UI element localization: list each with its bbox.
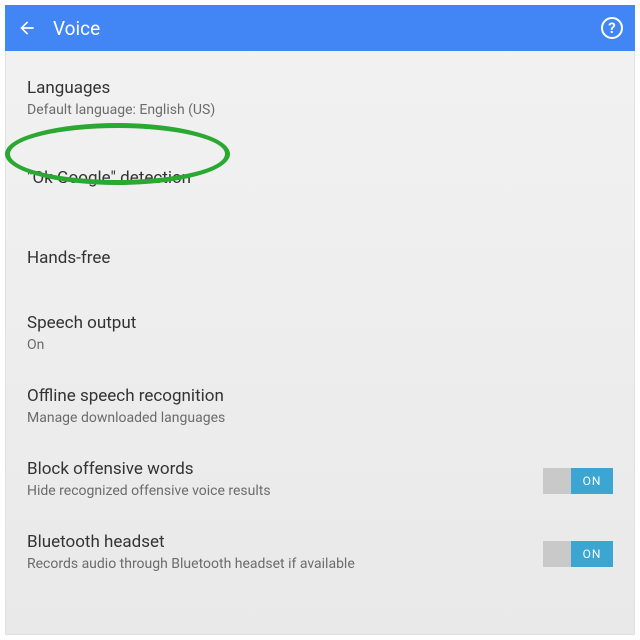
toggle-off-track (543, 468, 571, 494)
hands-free-item[interactable]: Hands-free (5, 222, 635, 298)
offline-speech-recognition-item[interactable]: Offline speech recognition Manage downlo… (5, 371, 635, 444)
block-offensive-words-toggle[interactable]: ON (543, 468, 613, 494)
item-subtitle: On (27, 336, 613, 355)
bluetooth-headset-item[interactable]: Bluetooth headset Records audio through … (5, 517, 635, 590)
item-title: "Ok Google" detection (27, 167, 613, 189)
languages-item[interactable]: Languages Default language: English (US) (5, 61, 635, 134)
item-subtitle: Hide recognized offensive voice results (27, 482, 525, 501)
item-subtitle: Manage downloaded languages (27, 409, 613, 428)
item-subtitle: Default language: English (US) (27, 101, 613, 120)
speech-output-item[interactable]: Speech output On (5, 298, 635, 371)
page-title: Voice (53, 17, 100, 40)
item-title: Bluetooth headset (27, 531, 525, 553)
item-title: Offline speech recognition (27, 385, 613, 407)
bluetooth-headset-toggle[interactable]: ON (543, 541, 613, 567)
settings-list: Languages Default language: English (US)… (5, 51, 635, 590)
ok-google-detection-item[interactable]: "Ok Google" detection (5, 134, 635, 222)
item-title: Block offensive words (27, 458, 525, 480)
item-title: Hands-free (27, 247, 613, 269)
item-title: Speech output (27, 312, 613, 334)
toggle-off-track (543, 541, 571, 567)
item-subtitle: Records audio through Bluetooth headset … (27, 555, 525, 574)
help-icon[interactable]: ? (601, 17, 623, 39)
toggle-on-label: ON (571, 541, 613, 567)
block-offensive-words-item[interactable]: Block offensive words Hide recognized of… (5, 444, 635, 517)
item-title: Languages (27, 77, 613, 99)
toggle-on-label: ON (571, 468, 613, 494)
app-header: Voice ? (5, 5, 635, 51)
back-arrow-icon[interactable] (17, 18, 37, 38)
